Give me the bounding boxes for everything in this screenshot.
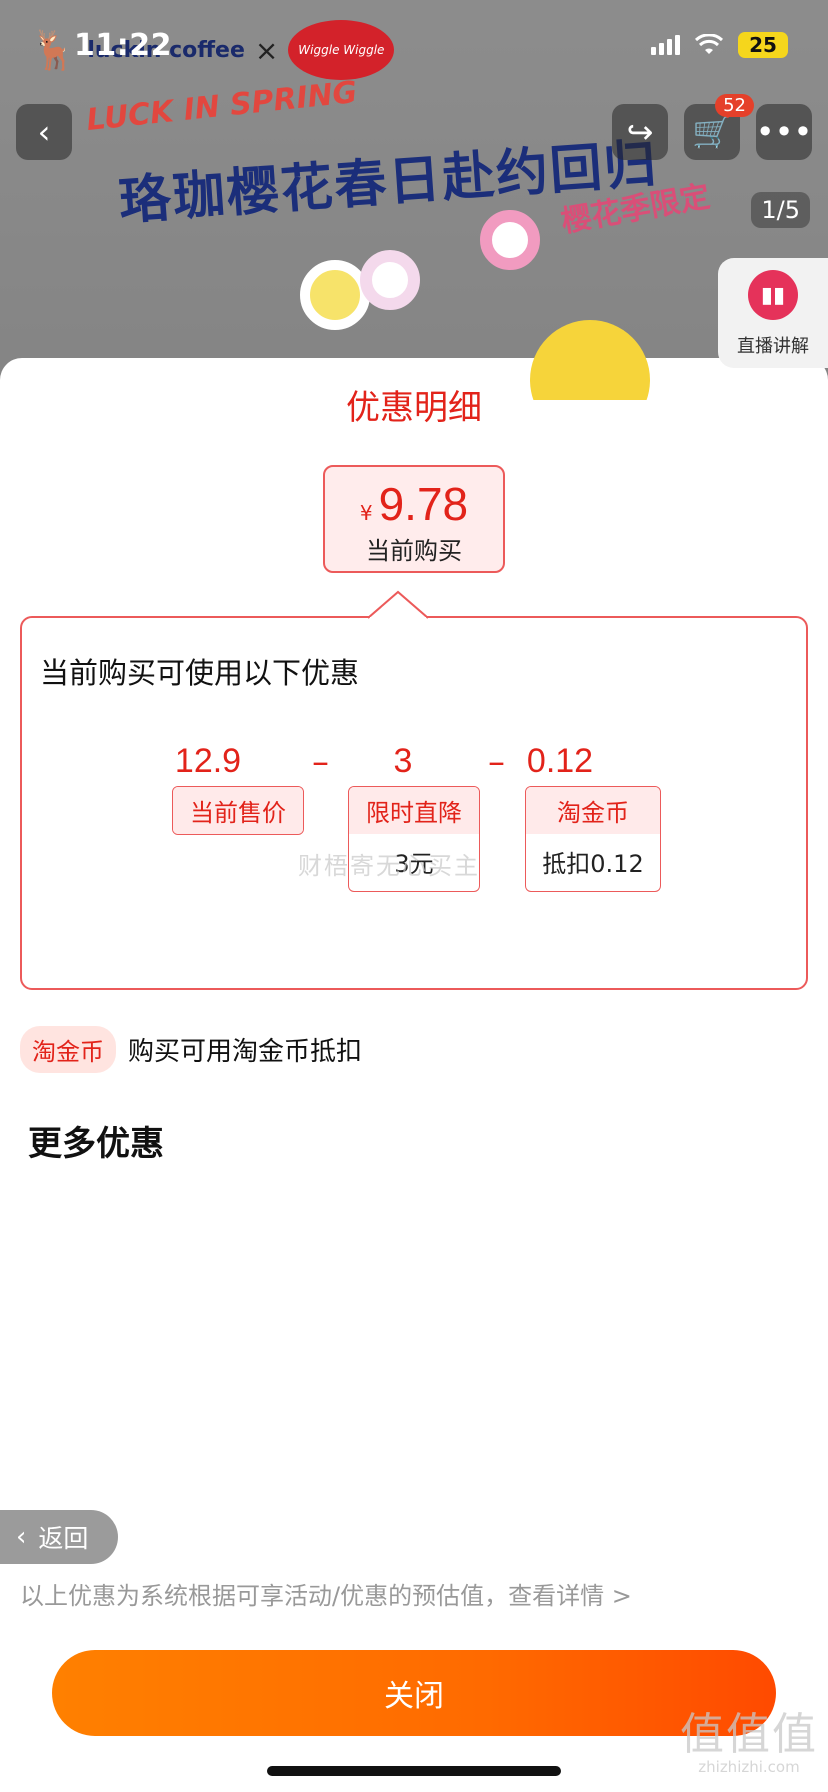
taojinbi-text: 购买可用淘金币抵扣 [128,1037,363,1067]
site-watermark: 值值值 zhizhizhi.com [680,1698,818,1776]
back-nav-button[interactable]: ‹ [16,104,72,160]
tag-current-price: 当前售价 [172,786,304,835]
site-watermark-url: zhizhizhi.com [698,1758,800,1776]
chevron-left-icon: ‹ [37,113,51,151]
back-label: 返回 [38,1524,89,1553]
price-currency: ¥ [359,501,373,525]
breakdown-heading: 当前购买可使用以下优惠 [40,656,360,690]
current-price-box: ¥ 9.78 当前购买 [323,465,505,573]
more-button[interactable]: ••• [756,104,812,160]
battery-indicator: 25 [738,32,788,58]
minus-operator: – [312,742,329,782]
taojinbi-row: 淘金币 购买可用淘金币抵扣 [20,1026,362,1073]
discount-breakdown: 当前购买可使用以下优惠 12.9 – 3 – 0.12 当前售价 限时直降 3元… [20,616,808,990]
site-watermark-logo: 值值值 [680,1709,818,1760]
watermark: 财梧寄无心买主 [298,852,480,880]
term-value: 0.12 [526,742,594,780]
more-offers-title: 更多优惠 [28,1124,164,1164]
sheet-title: 优惠明细 [346,388,482,428]
decorative-flower [480,210,540,270]
back-button[interactable]: ‹ 返回 [0,1510,118,1564]
live-label: 直播讲解 [737,336,809,357]
cellular-signal-icon [651,35,680,55]
cart-icon: 🛒 [692,113,732,151]
callout-pointer [368,590,428,620]
price-caption: 当前购买 [366,537,462,565]
image-page-indicator: 1/5 [751,192,810,228]
tag-label: 淘金币 [526,787,660,834]
live-explain-button[interactable]: ▮▮ 直播讲解 [718,258,828,368]
price-value: 9.78 [378,478,469,530]
decorative-flower [300,260,370,330]
taojinbi-badge: 淘金币 [20,1026,116,1073]
cart-button[interactable]: 🛒 52 [684,94,754,160]
discount-detail-sheet: 优惠明细 ¥ 9.78 当前购买 当前购买可使用以下优惠 12.9 – 3 – … [0,358,828,1792]
more-dots-icon: ••• [755,113,813,151]
share-icon: ↪ [626,113,654,151]
disclaimer-link[interactable]: 以上优惠为系统根据可享活动/优惠的预估值，查看详情 > [20,1576,632,1611]
tag-taojinbi: 淘金币 抵扣0.12 [525,786,661,892]
tag-sub: 抵扣0.12 [542,850,644,878]
term-value: 12.9 [174,742,242,780]
home-indicator[interactable] [267,1766,561,1776]
tag-label: 限时直降 [349,787,479,834]
decorative-flower [360,250,420,310]
share-button[interactable]: ↪ [612,104,668,160]
tag-label: 当前售价 [173,787,303,834]
close-button[interactable]: 关闭 [52,1650,776,1736]
wifi-icon [694,34,724,54]
status-bar: 11:22 25 [0,0,828,90]
status-time: 11:22 [74,27,172,63]
live-bars-icon: ▮▮ [748,270,798,320]
term-value: 3 [393,742,413,780]
cart-count-badge: 52 [715,94,754,117]
chevron-left-icon: ‹ [16,1522,27,1552]
